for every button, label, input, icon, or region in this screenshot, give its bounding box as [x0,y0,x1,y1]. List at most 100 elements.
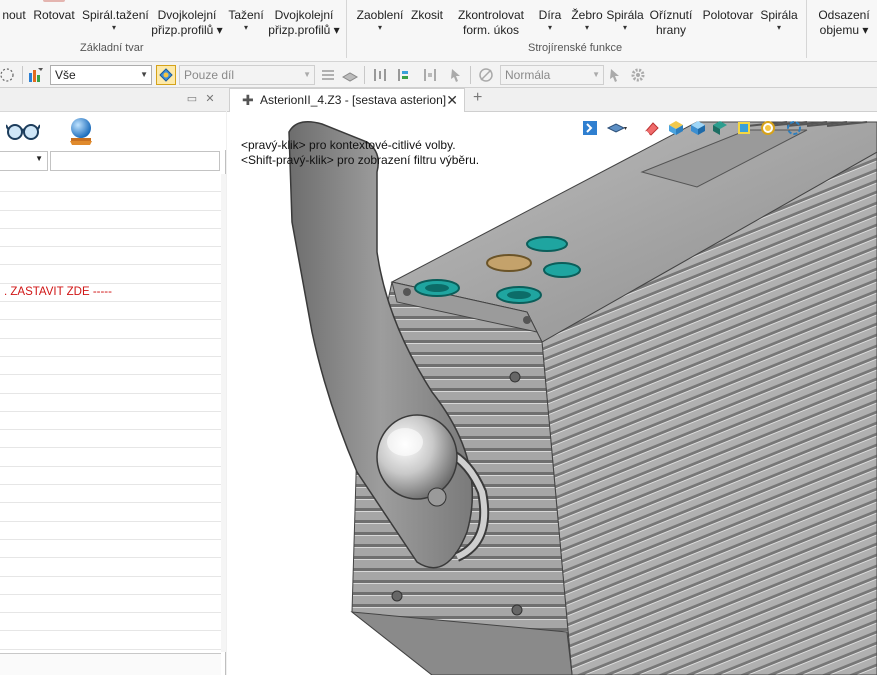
globe-icon[interactable] [68,116,94,146]
panel-header: ▭ ✕ [0,88,226,112]
button-label-line1: Zkontrolovat [457,8,525,22]
filter-icon[interactable] [28,67,44,83]
3d-viewport[interactable]: <pravý-klik> pro kontextové-citlivé volb… [227,112,877,675]
tree-search-input[interactable] [50,151,220,171]
tree-stop-marker[interactable]: . ZASTAVIT ZDE ----- [0,284,221,303]
tree-row[interactable] [0,174,221,193]
dual-rail-blend-button[interactable]: Dvojkolejní přizp.profilů ▾ [150,0,224,44]
group-label-engineering: Strojírenské funkce [528,42,623,54]
toolbar-divider [470,66,471,84]
settings-icon[interactable] [760,120,776,136]
tree-row[interactable] [0,540,221,559]
close-icon[interactable]: ✕ [204,93,216,105]
restore-icon[interactable]: ▭ [186,93,198,105]
distribute-color-icon[interactable] [396,67,412,83]
ribbon-button-partial[interactable]: nout [0,0,28,44]
chevron-down-icon: ▼ [303,70,311,79]
tree-row[interactable] [0,595,221,614]
button-label: Spirál.tažení [82,8,149,22]
plane-icon[interactable] [342,67,358,83]
tree-row[interactable] [0,394,221,412]
spiral-sweep-button[interactable]: Spirál.tažení ▾ [82,0,149,44]
helix-button[interactable]: Spirála ▾ [606,0,644,44]
asterion-3d-model[interactable] [227,112,877,675]
tree-row[interactable] [0,430,221,449]
offset-volume-button[interactable]: Odsazení objemu ▾ [814,0,874,44]
chamfer-button[interactable]: Zkosit [408,0,446,44]
button-label-line2: přizp.profilů ▾ [268,23,340,37]
chevron-down-icon: ▼ [592,70,600,79]
tree-row[interactable] [0,412,221,431]
helix-button-2[interactable]: Spirála ▾ [758,0,800,44]
cube-icon[interactable] [668,120,684,136]
button-label: Rotovat [33,8,75,22]
stock-button[interactable]: Polotovar [700,0,756,44]
tree-row[interactable] [0,229,221,248]
tree-row[interactable] [0,448,221,467]
add-tab-icon[interactable]: + [473,89,482,107]
tree-row[interactable] [0,302,221,321]
button-label: nout [2,8,26,22]
draft-check-button[interactable]: Zkontrolovat form. úkos [452,0,530,44]
select-mode-icon[interactable] [156,65,176,85]
tree-row[interactable] [0,558,221,577]
tab-asterion[interactable]: ✚ AsterionII_4.Z3 - [sestava asterion] ✕ [229,88,465,112]
distribute-icon[interactable] [372,67,388,83]
light-icon[interactable] [736,120,752,136]
tree-filter-combo[interactable]: ▼ [0,151,48,171]
close-icon[interactable]: ✕ [446,89,458,111]
tab-title: AsterionII_4.Z3 - [sestava asterion] [260,93,447,107]
tree-row[interactable] [0,613,221,632]
button-label-line2: objemu ▾ [819,23,869,37]
pick-icon[interactable] [608,67,624,83]
render-icon[interactable] [606,120,628,136]
rib-button[interactable]: Žebro ▾ [570,0,604,44]
tree-row[interactable] [0,339,221,357]
button-label: Tažení [228,8,264,22]
section-icon[interactable] [712,120,728,136]
document-tab-bar: ✚ AsterionII_4.Z3 - [sestava asterion] ✕… [227,88,877,112]
glasses-icon[interactable] [6,120,40,142]
pointer-icon[interactable] [448,67,464,83]
button-label-line2: hrany [655,23,687,37]
exit-icon[interactable] [582,120,598,136]
align-icon[interactable] [320,67,336,83]
gear-icon[interactable] [630,67,646,83]
tree-row[interactable] [0,631,221,650]
tree-row[interactable] [0,577,221,595]
rotate-button[interactable]: Rotovat [32,0,76,44]
eraser-icon[interactable] [644,120,660,136]
button-label-line2: přizp.profilů ▾ [151,23,223,37]
tree-row[interactable] [0,192,221,211]
tree-row[interactable] [0,467,221,486]
tree-row[interactable] [0,211,221,229]
tree-row[interactable] [0,265,221,284]
selection-scope-combo[interactable]: Pouze díl ▼ [179,65,315,85]
tree-row[interactable] [0,247,221,266]
dashed-circle-icon[interactable] [0,67,16,83]
tree-row[interactable] [0,375,221,394]
hole-button[interactable]: Díra ▾ [536,0,564,44]
normal-combo[interactable]: Normála ▼ [500,65,604,85]
selection-scope-value: Pouze díl [184,68,235,82]
tree-row[interactable] [0,522,221,540]
pin-icon[interactable]: ✚ [242,89,254,111]
tree-row[interactable] [0,485,221,504]
cube-shaded-icon[interactable] [690,120,706,136]
dual-rail-blend-button-2[interactable]: Dvojkolejní přizp.profilů ▾ [266,0,342,44]
hint-line-1: <pravý-klik> pro kontextové-citlivé volb… [241,138,456,152]
view-orient-icon[interactable] [786,120,802,136]
snap-icon[interactable] [422,67,438,83]
tree-filter-row: ▼ [0,150,226,172]
tree-row[interactable] [0,503,221,522]
tree-row[interactable] [0,320,221,339]
selection-toolbar: Vše ▼ Pouze díl ▼ Normála ▼ [0,62,877,88]
filter-combo[interactable]: Vše ▼ [50,65,152,85]
toolbar-divider [22,66,23,84]
sweep-button[interactable]: Tažení ▾ [228,0,264,44]
edge-trim-button[interactable]: Oříznutí hrany [648,0,694,44]
normal-direction-icon[interactable] [478,67,494,83]
tree-row[interactable] [0,357,221,376]
fillet-button[interactable]: Zaoblení ▾ [354,0,406,44]
tree-scrollbar[interactable] [221,174,226,652]
